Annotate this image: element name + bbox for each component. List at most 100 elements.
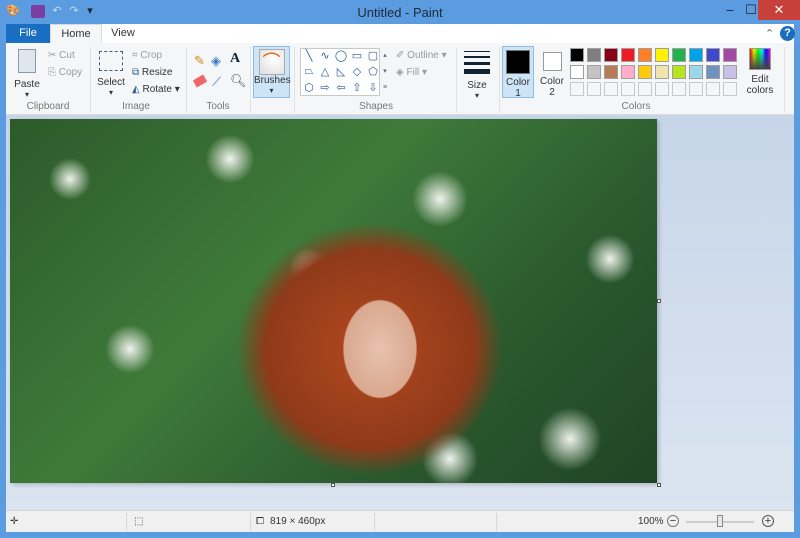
shape-tool[interactable]: ◇ xyxy=(349,65,365,81)
canvas-image[interactable] xyxy=(10,119,657,483)
palette-color[interactable] xyxy=(706,48,720,62)
palette-empty-slot[interactable] xyxy=(604,82,618,96)
resize-button[interactable]: ⧉ Resize xyxy=(132,67,173,78)
resize-handle-bottom[interactable] xyxy=(331,483,335,487)
palette-color[interactable] xyxy=(621,48,635,62)
zoom-in-button[interactable]: + xyxy=(762,515,774,527)
fill-bucket-icon[interactable]: ◈ xyxy=(211,53,221,69)
colors-group-label: Colors xyxy=(621,101,651,112)
shape-tool[interactable]: ⇩ xyxy=(365,81,381,97)
shapes-scroll[interactable]: ▴ ▾ ≡ xyxy=(380,48,390,96)
shape-tool[interactable]: ⏢ xyxy=(301,65,317,81)
palette-empty-slot[interactable] xyxy=(723,82,737,96)
divider xyxy=(186,47,187,113)
palette-color[interactable] xyxy=(689,48,703,62)
palette-color[interactable] xyxy=(672,65,686,79)
palette-color[interactable] xyxy=(604,65,618,79)
palette-color[interactable] xyxy=(655,65,669,79)
palette-empty-slot[interactable] xyxy=(706,82,720,96)
palette-color[interactable] xyxy=(587,65,601,79)
canvas-area xyxy=(6,115,794,510)
palette-empty-slot[interactable] xyxy=(621,82,635,96)
copy-label: Copy xyxy=(58,67,83,78)
divider xyxy=(784,47,785,113)
color-spectrum-icon xyxy=(749,48,771,70)
close-button[interactable]: ✕ xyxy=(758,0,800,20)
shapes-gallery: ╲ ∿ ◯ ▭ ▢ ⏢ △ ◺ ◇ ⬠ ⬡ ⇨ ⇦ ⇧ ⇩ xyxy=(300,48,380,96)
palette-color[interactable] xyxy=(672,48,686,62)
fill-button[interactable]: ◈ Fill ▾ xyxy=(396,67,427,78)
color2-button[interactable]: Color 2 xyxy=(537,46,567,98)
fill-label: Fill xyxy=(406,67,420,78)
shape-tool[interactable]: ◺ xyxy=(333,65,349,81)
brushes-button[interactable]: ⌒ Brushes ▾ xyxy=(253,46,291,98)
rotate-button[interactable]: ◭ Rotate ▾ xyxy=(132,84,180,95)
palette-color[interactable] xyxy=(638,48,652,62)
pencil-icon[interactable]: ✎ xyxy=(194,53,205,69)
palette-color[interactable] xyxy=(689,65,703,79)
shape-tool[interactable]: ▢ xyxy=(365,49,381,65)
shape-tool[interactable]: ╲ xyxy=(301,49,317,65)
shape-tool[interactable]: ⇨ xyxy=(317,81,333,97)
image-size: 819 × 460px xyxy=(270,516,326,527)
shape-tool[interactable]: △ xyxy=(317,65,333,81)
color1-swatch xyxy=(506,50,530,74)
eraser-icon[interactable] xyxy=(192,74,208,88)
resize-handle-corner[interactable] xyxy=(657,483,661,487)
crop-label: Crop xyxy=(140,50,163,61)
resize-handle-right[interactable] xyxy=(657,299,661,303)
palette-color[interactable] xyxy=(587,48,601,62)
tab-home[interactable]: Home xyxy=(50,24,102,43)
text-tool-icon[interactable]: A xyxy=(230,51,240,67)
palette-color[interactable] xyxy=(604,48,618,62)
zoom-level: 100% xyxy=(638,516,664,527)
cursor-position-icon: ✛ xyxy=(10,516,19,527)
shape-tool[interactable]: ⇦ xyxy=(333,81,349,97)
shape-tool[interactable]: ◯ xyxy=(333,49,349,65)
size-button[interactable]: Size ▾ xyxy=(462,49,492,100)
palette-empty-slot[interactable] xyxy=(570,82,584,96)
shape-tool[interactable]: ∿ xyxy=(317,49,333,65)
select-button[interactable]: Select ▾ xyxy=(96,49,126,97)
shape-tool[interactable]: ⇧ xyxy=(349,81,365,97)
tab-file[interactable]: File xyxy=(6,24,50,43)
copy-icon: ⎘ xyxy=(48,67,56,78)
palette-color[interactable] xyxy=(621,65,635,79)
palette-empty-slot[interactable] xyxy=(672,82,686,96)
crop-button[interactable]: ⌗ Crop xyxy=(132,50,162,61)
palette-color[interactable] xyxy=(723,48,737,62)
magnifier-icon[interactable]: 🔍︎ xyxy=(230,73,247,89)
outline-button[interactable]: ✐ Outline ▾ xyxy=(396,50,447,61)
shape-tool[interactable]: ▭ xyxy=(349,49,365,65)
divider xyxy=(456,47,457,113)
cut-button[interactable]: ✂ Cut xyxy=(48,50,75,61)
line-size-icon xyxy=(464,51,490,74)
brushes-label: Brushes xyxy=(254,75,291,86)
edit-colors-button[interactable]: Edit colors xyxy=(744,48,776,96)
copy-button[interactable]: ⎘ Copy xyxy=(48,67,82,78)
paste-button[interactable]: Paste ▾ xyxy=(12,47,42,99)
palette-empty-slot[interactable] xyxy=(587,82,601,96)
palette-color[interactable] xyxy=(638,65,652,79)
zoom-out-button[interactable]: − xyxy=(667,515,679,527)
palette-color[interactable] xyxy=(570,48,584,62)
color2-label: Color xyxy=(540,76,564,87)
palette-empty-slot[interactable] xyxy=(655,82,669,96)
edit-colors-label: Edit xyxy=(751,74,769,85)
color-picker-icon[interactable]: ⟋ xyxy=(212,74,221,90)
palette-color[interactable] xyxy=(570,65,584,79)
shape-tool[interactable]: ⬡ xyxy=(301,81,317,97)
help-icon[interactable]: ? xyxy=(780,26,795,41)
palette-color[interactable] xyxy=(706,65,720,79)
palette-color[interactable] xyxy=(655,48,669,62)
collapse-ribbon-icon[interactable]: ⌃ xyxy=(765,27,774,40)
palette-empty-slot[interactable] xyxy=(689,82,703,96)
palette-color[interactable] xyxy=(723,65,737,79)
zoom-slider-thumb[interactable] xyxy=(717,515,723,527)
palette-empty-slot[interactable] xyxy=(638,82,652,96)
shapes-group-label: Shapes xyxy=(359,101,393,112)
shape-tool[interactable]: ⬠ xyxy=(365,65,381,81)
color1-button[interactable]: Color 1 xyxy=(502,46,534,99)
tab-view[interactable]: View xyxy=(102,24,144,43)
select-label: Select xyxy=(97,77,125,88)
